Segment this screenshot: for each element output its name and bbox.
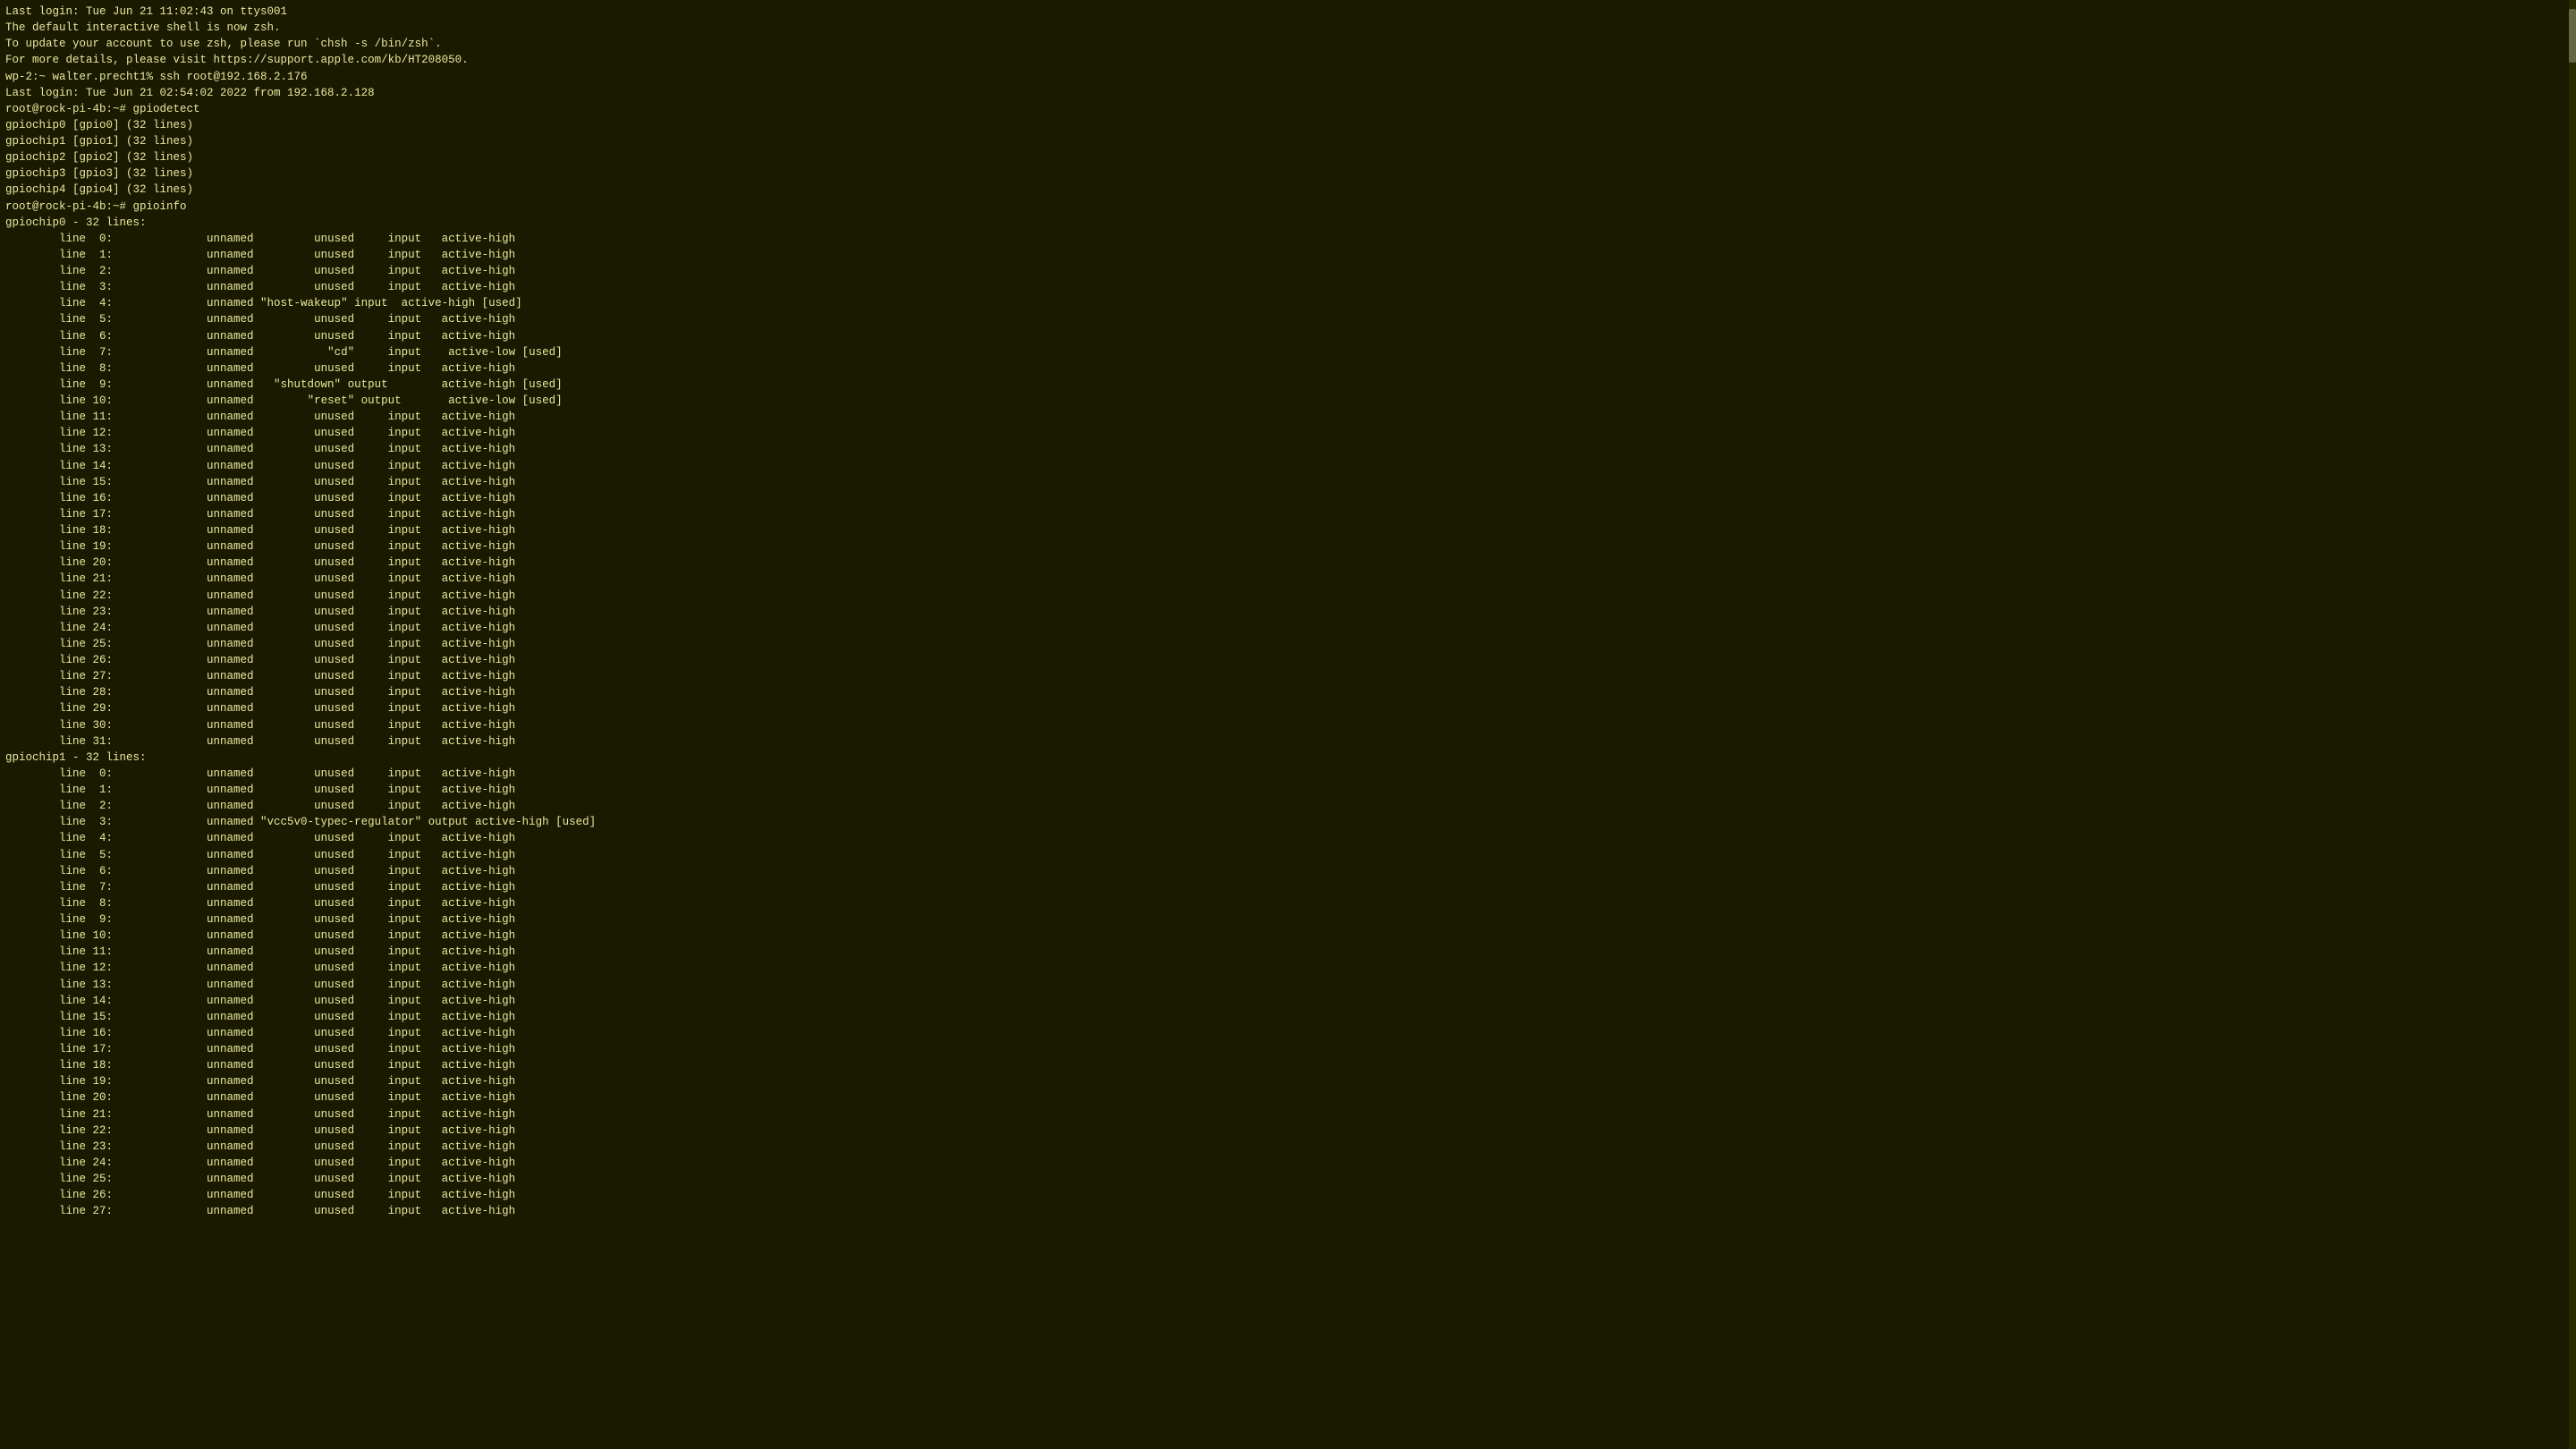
terminal-line: line 0: unnamed unused input active-high	[5, 766, 1297, 782]
terminal-line: line 6: unnamed unused input active-high	[5, 328, 1297, 344]
terminal-line: line 12: unnamed unused input active-hig…	[5, 425, 1297, 441]
terminal-line: line 24: unnamed unused input active-hig…	[5, 620, 1297, 636]
terminal-line: line 5: unnamed unused input active-high	[5, 847, 1297, 863]
terminal-line: line 20: unnamed unused input active-hig…	[5, 1089, 1297, 1106]
terminal-output: Last login: Tue Jun 21 11:02:43 on ttys0…	[0, 0, 1302, 1223]
terminal-line: line 25: unnamed unused input active-hig…	[5, 1171, 1297, 1187]
terminal-line: line 1: unnamed unused input active-high	[5, 247, 1297, 263]
terminal-line: line 6: unnamed unused input active-high	[5, 863, 1297, 879]
terminal-line: root@rock-pi-4b:~# gpiodetect	[5, 101, 1297, 117]
terminal-line: line 7: unnamed "cd" input active-low [u…	[5, 344, 1297, 360]
terminal-line: line 30: unnamed unused input active-hig…	[5, 717, 1297, 733]
terminal-line: line 2: unnamed unused input active-high	[5, 263, 1297, 279]
terminal-line: line 22: unnamed unused input active-hig…	[5, 588, 1297, 604]
terminal-line: line 20: unnamed unused input active-hig…	[5, 555, 1297, 571]
terminal-line: line 12: unnamed unused input active-hig…	[5, 960, 1297, 976]
terminal-line: line 18: unnamed unused input active-hig…	[5, 522, 1297, 538]
terminal-line: root@rock-pi-4b:~# gpioinfo	[5, 199, 1297, 215]
terminal-line: line 18: unnamed unused input active-hig…	[5, 1057, 1297, 1073]
terminal-line: For more details, please visit https://s…	[5, 52, 1297, 68]
terminal-line: line 28: unnamed unused input active-hig…	[5, 684, 1297, 700]
terminal-line: gpiochip3 [gpio3] (32 lines)	[5, 165, 1297, 182]
terminal-line: line 15: unnamed unused input active-hig…	[5, 1009, 1297, 1025]
terminal-line: gpiochip2 [gpio2] (32 lines)	[5, 149, 1297, 165]
terminal-line: line 4: unnamed unused input active-high	[5, 830, 1297, 846]
terminal-line: line 10: unnamed "reset" output active-l…	[5, 393, 1297, 409]
scrollbar-thumb[interactable]	[2569, 9, 2576, 63]
terminal-line: wp-2:~ walter.precht1% ssh root@192.168.…	[5, 69, 1297, 85]
terminal-line: line 17: unnamed unused input active-hig…	[5, 1041, 1297, 1057]
terminal-line: line 26: unnamed unused input active-hig…	[5, 652, 1297, 668]
terminal-line: line 19: unnamed unused input active-hig…	[5, 1073, 1297, 1089]
scrollbar[interactable]	[2569, 0, 2576, 1449]
terminal-line: line 9: unnamed unused input active-high	[5, 911, 1297, 928]
terminal-line: gpiochip0 - 32 lines:	[5, 215, 1297, 231]
terminal-line: line 21: unnamed unused input active-hig…	[5, 1106, 1297, 1123]
terminal-line: line 31: unnamed unused input active-hig…	[5, 733, 1297, 750]
terminal-line: line 26: unnamed unused input active-hig…	[5, 1187, 1297, 1203]
terminal-line: line 14: unnamed unused input active-hig…	[5, 458, 1297, 474]
terminal-line: line 3: unnamed unused input active-high	[5, 279, 1297, 295]
terminal-line: line 16: unnamed unused input active-hig…	[5, 490, 1297, 506]
terminal-line: The default interactive shell is now zsh…	[5, 20, 1297, 36]
terminal-line: line 23: unnamed unused input active-hig…	[5, 604, 1297, 620]
terminal-line: line 29: unnamed unused input active-hig…	[5, 700, 1297, 716]
terminal-line: line 8: unnamed unused input active-high	[5, 360, 1297, 377]
terminal-line: line 11: unnamed unused input active-hig…	[5, 944, 1297, 960]
terminal-line: line 14: unnamed unused input active-hig…	[5, 993, 1297, 1009]
terminal-line: line 16: unnamed unused input active-hig…	[5, 1025, 1297, 1041]
terminal-line: line 27: unnamed unused input active-hig…	[5, 668, 1297, 684]
terminal-line: line 13: unnamed unused input active-hig…	[5, 441, 1297, 457]
terminal-line: gpiochip4 [gpio4] (32 lines)	[5, 182, 1297, 198]
terminal-line: To update your account to use zsh, pleas…	[5, 36, 1297, 52]
terminal-line: line 11: unnamed unused input active-hig…	[5, 409, 1297, 425]
terminal-line: line 22: unnamed unused input active-hig…	[5, 1123, 1297, 1139]
terminal-line: gpiochip0 [gpio0] (32 lines)	[5, 117, 1297, 133]
terminal-line: line 23: unnamed unused input active-hig…	[5, 1139, 1297, 1155]
terminal-line: line 10: unnamed unused input active-hig…	[5, 928, 1297, 944]
terminal-line: line 8: unnamed unused input active-high	[5, 895, 1297, 911]
terminal-line: line 7: unnamed unused input active-high	[5, 879, 1297, 895]
terminal-line: Last login: Tue Jun 21 11:02:43 on ttys0…	[5, 4, 1297, 20]
terminal-line: line 0: unnamed unused input active-high	[5, 231, 1297, 247]
terminal-line: line 5: unnamed unused input active-high	[5, 311, 1297, 327]
terminal-line: line 17: unnamed unused input active-hig…	[5, 506, 1297, 522]
terminal-line: line 4: unnamed "host-wakeup" input acti…	[5, 295, 1297, 311]
terminal-line: line 13: unnamed unused input active-hig…	[5, 977, 1297, 993]
terminal-line: line 9: unnamed "shutdown" output active…	[5, 377, 1297, 393]
terminal-line: line 15: unnamed unused input active-hig…	[5, 474, 1297, 490]
terminal-line: gpiochip1 - 32 lines:	[5, 750, 1297, 766]
terminal-line: line 3: unnamed "vcc5v0-typec-regulator"…	[5, 814, 1297, 830]
terminal-line: line 25: unnamed unused input active-hig…	[5, 636, 1297, 652]
terminal-line: line 21: unnamed unused input active-hig…	[5, 571, 1297, 587]
terminal-line: Last login: Tue Jun 21 02:54:02 2022 fro…	[5, 85, 1297, 101]
terminal-line: line 1: unnamed unused input active-high	[5, 782, 1297, 798]
terminal-line: line 2: unnamed unused input active-high	[5, 798, 1297, 814]
terminal-line: line 19: unnamed unused input active-hig…	[5, 538, 1297, 555]
terminal-line: gpiochip1 [gpio1] (32 lines)	[5, 133, 1297, 149]
terminal-line: line 27: unnamed unused input active-hig…	[5, 1203, 1297, 1219]
terminal-line: line 24: unnamed unused input active-hig…	[5, 1155, 1297, 1171]
